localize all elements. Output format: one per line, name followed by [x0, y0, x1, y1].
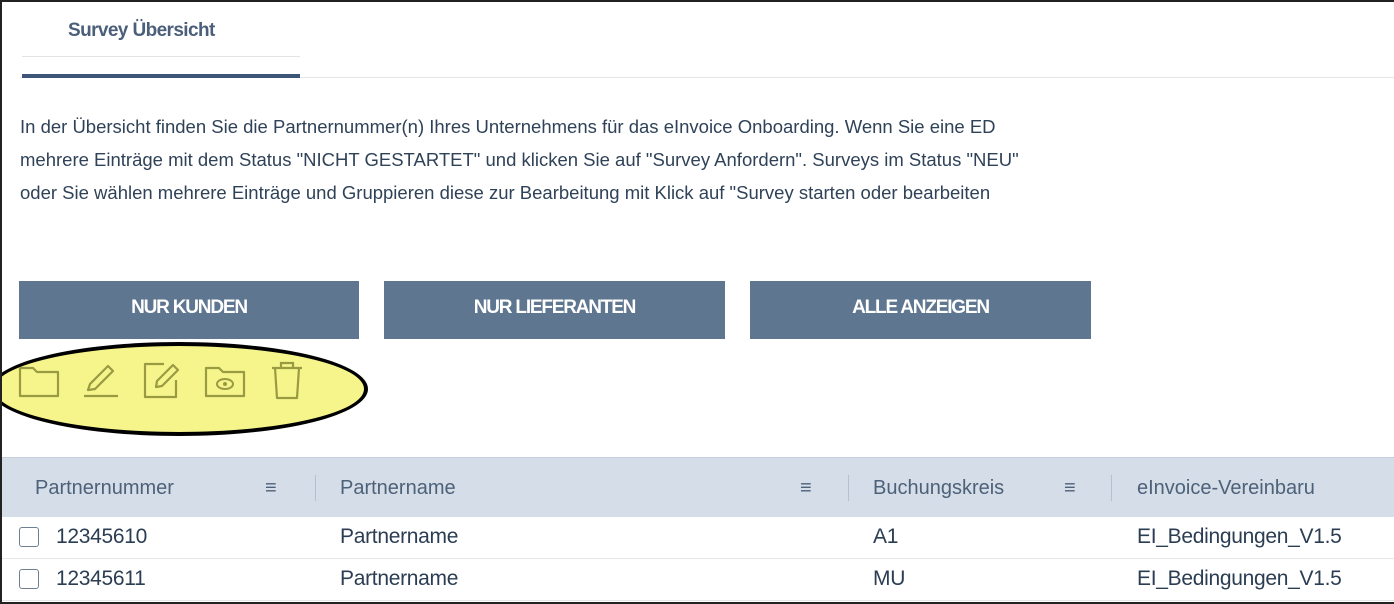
tab-survey-uebersicht[interactable]: Survey Übersicht: [22, 2, 300, 78]
column-header-partnernummer[interactable]: Partnernummer: [35, 458, 174, 518]
pencil-icon[interactable]: [80, 358, 142, 402]
column-label: eInvoice-Vereinbaru: [1137, 476, 1315, 499]
view-folder-icon[interactable]: [204, 358, 266, 402]
trash-icon[interactable]: [266, 358, 328, 402]
action-toolbar: [18, 358, 328, 402]
intro-line-1: In der Übersicht finden Sie die Partnern…: [20, 116, 996, 137]
alle-anzeigen-button[interactable]: ALLE ANZEIGEN: [750, 281, 1091, 339]
column-header-buchungskreis[interactable]: Buchungskreis: [873, 458, 1004, 518]
cell-partnernummer: 12345610: [56, 525, 148, 548]
cell-buchungskreis: A1: [873, 525, 899, 548]
cell-partnernummer: 12345611: [56, 567, 146, 590]
cell-partnername: Partnername: [340, 525, 459, 548]
column-menu-icon[interactable]: ≡: [1064, 458, 1076, 518]
cell-partnername: Partnername: [340, 567, 459, 590]
tab-label: Survey Übersicht: [68, 20, 215, 41]
tab-active-indicator: [22, 74, 300, 78]
table-row[interactable]: 12345611 Partnername MU EI_Bedingungen_V…: [2, 559, 1394, 601]
column-menu-icon[interactable]: ≡: [265, 458, 277, 518]
row-checkbox[interactable]: [19, 527, 39, 547]
intro-text: In der Übersicht finden Sie die Partnern…: [20, 110, 1394, 209]
column-label: Buchungskreis: [873, 476, 1005, 499]
edit-icon[interactable]: [142, 358, 204, 402]
column-label: Partnername: [340, 476, 456, 499]
column-header-partnername[interactable]: Partnername: [340, 458, 456, 518]
cell-vereinbarung: EI_Bedingungen_V1.5: [1137, 525, 1342, 548]
table-header: Partnernummer ≡ Partnername ≡ Buchungskr…: [2, 457, 1394, 517]
folder-icon[interactable]: [18, 358, 80, 402]
column-label: Partnernummer: [35, 476, 174, 499]
nur-kunden-button[interactable]: NUR KUNDEN: [19, 281, 359, 339]
cell-buchungskreis: MU: [873, 567, 906, 590]
intro-line-2: mehrere Einträge mit dem Status "NICHT G…: [20, 149, 1019, 170]
survey-overview-panel: Survey Übersicht In der Übersicht finden…: [0, 0, 1394, 604]
tab-divider: [22, 56, 300, 57]
nur-lieferanten-button[interactable]: NUR LIEFERANTEN: [384, 281, 725, 339]
column-header-einvoice-vereinbarung[interactable]: eInvoice-Vereinbaru: [1137, 458, 1315, 518]
table-row[interactable]: 12345610 Partnername A1 EI_Bedingungen_V…: [2, 517, 1394, 559]
column-divider: [1111, 475, 1112, 501]
column-divider: [848, 475, 849, 501]
cell-vereinbarung: EI_Bedingungen_V1.5: [1137, 567, 1342, 590]
tab-bar: Survey Übersicht: [20, 2, 1394, 78]
row-checkbox[interactable]: [19, 569, 39, 589]
column-menu-icon[interactable]: ≡: [800, 458, 812, 518]
column-divider: [315, 475, 316, 501]
intro-line-3: oder Sie wählen mehrere Einträge und Gru…: [20, 182, 991, 203]
